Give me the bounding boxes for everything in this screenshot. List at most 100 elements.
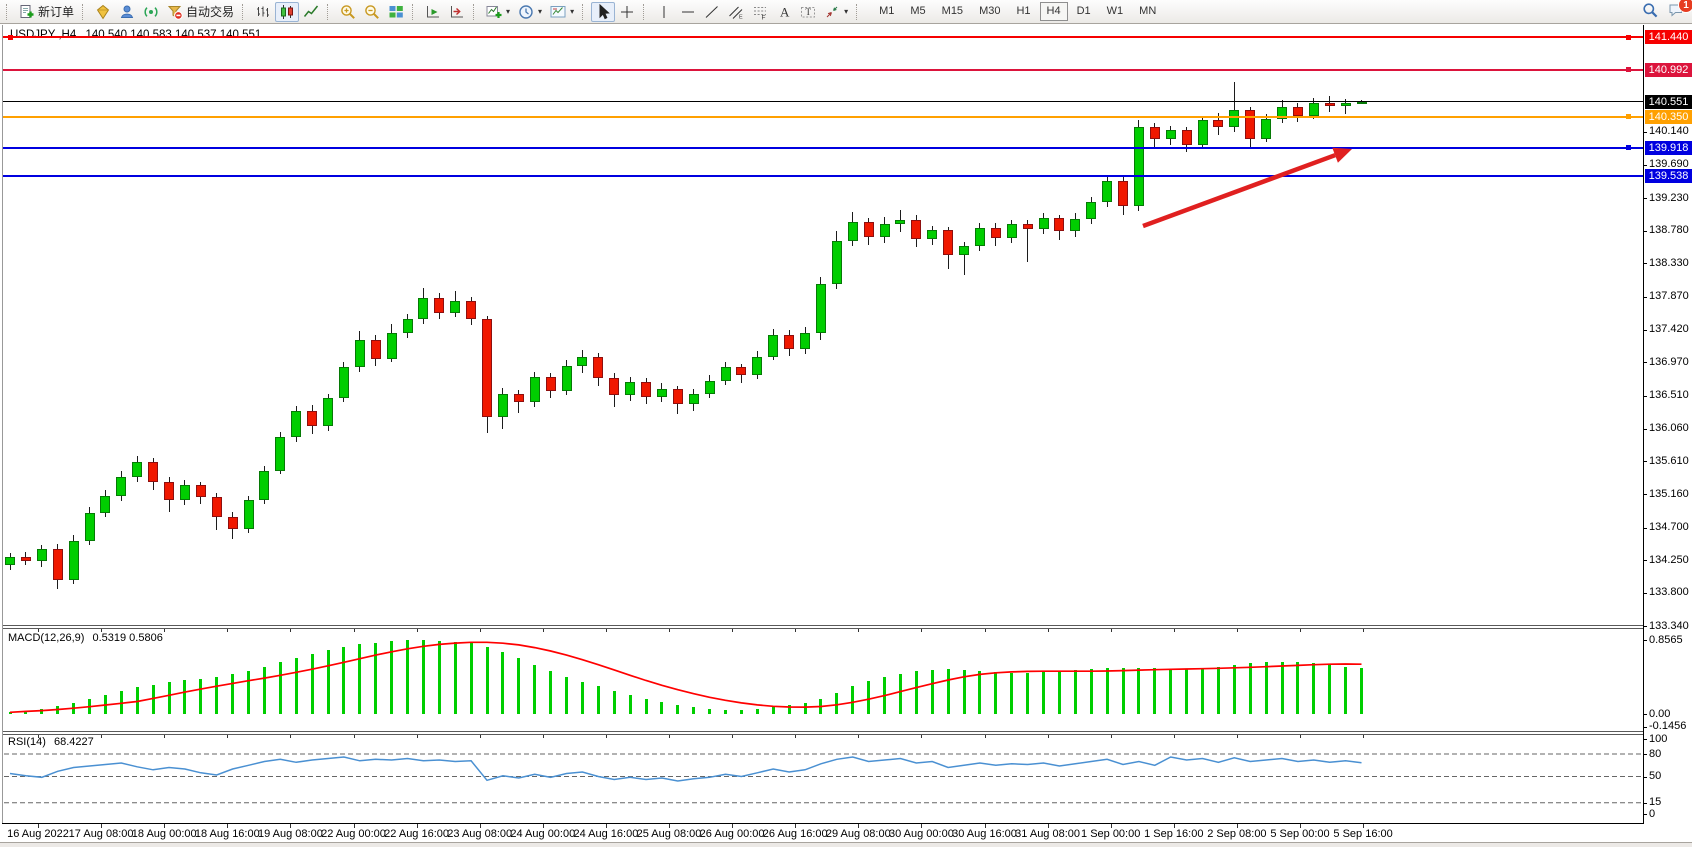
candle [450, 301, 460, 313]
horizontal-line-button[interactable] [676, 2, 700, 22]
clock-icon [518, 4, 534, 20]
macd-bar [422, 640, 425, 714]
candle [53, 549, 63, 580]
chevron-down-icon[interactable]: ▾ [538, 7, 542, 16]
fibonacci-button[interactable]: F [748, 2, 772, 22]
timeframe-m1[interactable]: M1 [872, 2, 901, 21]
macd-bar [231, 674, 234, 714]
chart-title: USDJPY ,H4 140.540 140.583 140.537 140.5… [10, 29, 261, 41]
rsi-separator-top[interactable] [2, 731, 1643, 732]
signals-button[interactable] [139, 2, 163, 22]
hline-icon [680, 4, 696, 20]
hline-140.992[interactable] [2, 69, 1643, 71]
text-button[interactable]: A [772, 2, 796, 22]
periods-button[interactable]: ▾ [514, 2, 546, 22]
candle [514, 394, 524, 402]
timeframe-m30[interactable]: M30 [972, 2, 1007, 21]
indicators-button[interactable]: ▾ [482, 2, 514, 22]
separator-tick [480, 735, 481, 738]
zoom-in-button[interactable] [336, 2, 360, 22]
chart-shift-button[interactable] [445, 2, 469, 22]
rsi-pane[interactable] [2, 734, 1643, 823]
chart-bars-button[interactable] [251, 2, 275, 22]
macd-bar [1233, 665, 1236, 714]
arrows-button[interactable]: ▾ [820, 2, 852, 22]
cursor-button[interactable] [591, 2, 615, 22]
zoom-out-icon [364, 4, 380, 20]
separator-tick [1300, 735, 1301, 738]
time-label: 5 Sep 16:00 [1333, 828, 1392, 840]
new-order-icon [19, 4, 35, 20]
metaeditor-button[interactable] [91, 2, 115, 22]
terminal-button[interactable] [115, 2, 139, 22]
time-tick [543, 824, 544, 828]
chart-line-button[interactable] [299, 2, 323, 22]
macd-bar [978, 671, 981, 714]
candle [816, 284, 826, 333]
hline-140.350[interactable] [2, 116, 1643, 118]
templates-button[interactable]: ▾ [546, 2, 578, 22]
hline-handle[interactable] [1626, 35, 1631, 40]
timeframe-m5[interactable]: M5 [903, 2, 932, 21]
timeframe-mn[interactable]: MN [1132, 2, 1163, 21]
auto-scroll-button[interactable] [421, 2, 445, 22]
hline-handle[interactable] [1626, 67, 1631, 72]
hline-140.551[interactable] [2, 101, 1643, 102]
time-tick [164, 824, 165, 828]
trendline-button[interactable] [700, 2, 724, 22]
channel-button[interactable]: E [724, 2, 748, 22]
candle [800, 333, 810, 349]
candle [577, 357, 587, 366]
separator-tick [1048, 735, 1049, 738]
separator-tick [543, 629, 544, 632]
hline-139.538[interactable] [2, 175, 1643, 177]
time-tick [1048, 824, 1049, 828]
candle [959, 246, 969, 255]
price-badge: 140.350 [1645, 110, 1692, 124]
tile-windows-button[interactable] [384, 2, 408, 22]
notifications-button[interactable]: 1 [1668, 2, 1684, 21]
time-axis-line [2, 823, 1643, 824]
macd-bar [1137, 668, 1140, 714]
price-tick-label: 133.340 [1649, 620, 1689, 632]
candle [625, 382, 635, 395]
chevron-down-icon[interactable]: ▾ [570, 7, 574, 16]
time-tick [1363, 824, 1364, 828]
hline-handle[interactable] [1626, 145, 1631, 150]
vertical-line-button[interactable] [652, 2, 676, 22]
zoom-out-button[interactable] [360, 2, 384, 22]
candle [880, 224, 890, 236]
search-button[interactable] [1642, 2, 1658, 21]
macd-bar [1312, 663, 1315, 714]
chart-candles-button[interactable] [275, 2, 299, 22]
macd-bar [629, 695, 632, 714]
notification-badge: 1 [1678, 0, 1692, 13]
timeframe-h4[interactable]: H4 [1040, 2, 1068, 21]
search-icon [1642, 9, 1658, 21]
timeframe-d1[interactable]: D1 [1070, 2, 1098, 21]
hline-139.918[interactable] [2, 147, 1643, 149]
hline-handle[interactable] [8, 35, 13, 40]
time-tick [1174, 824, 1175, 828]
autotrading-button[interactable]: 自动交易 [163, 2, 238, 22]
timeframe-h1[interactable]: H1 [1009, 2, 1037, 21]
toolbar: 新订单 自动交易 ▾ ▾ ▾ EFAT ▾ M1M5M15M30H1H4D1W1MN 1 [0, 0, 1692, 24]
chevron-down-icon[interactable]: ▾ [506, 7, 510, 16]
separator-tick [101, 735, 102, 738]
label-button[interactable]: T [796, 2, 820, 22]
price-badge: 140.992 [1645, 63, 1692, 77]
timeframe-w1[interactable]: W1 [1100, 2, 1131, 21]
separator-tick [38, 629, 39, 632]
hline-141.440[interactable] [2, 36, 1643, 38]
separator-tick [858, 629, 859, 632]
chevron-down-icon[interactable]: ▾ [844, 7, 848, 16]
candle [85, 513, 95, 541]
candle [339, 367, 349, 398]
new-order-button[interactable]: 新订单 [15, 2, 78, 22]
macd-separator-top[interactable] [2, 625, 1643, 626]
vline-icon [656, 4, 672, 20]
candle [1198, 120, 1208, 145]
hline-handle[interactable] [1626, 114, 1631, 119]
crosshair-button[interactable] [615, 2, 639, 22]
timeframe-m15[interactable]: M15 [935, 2, 970, 21]
